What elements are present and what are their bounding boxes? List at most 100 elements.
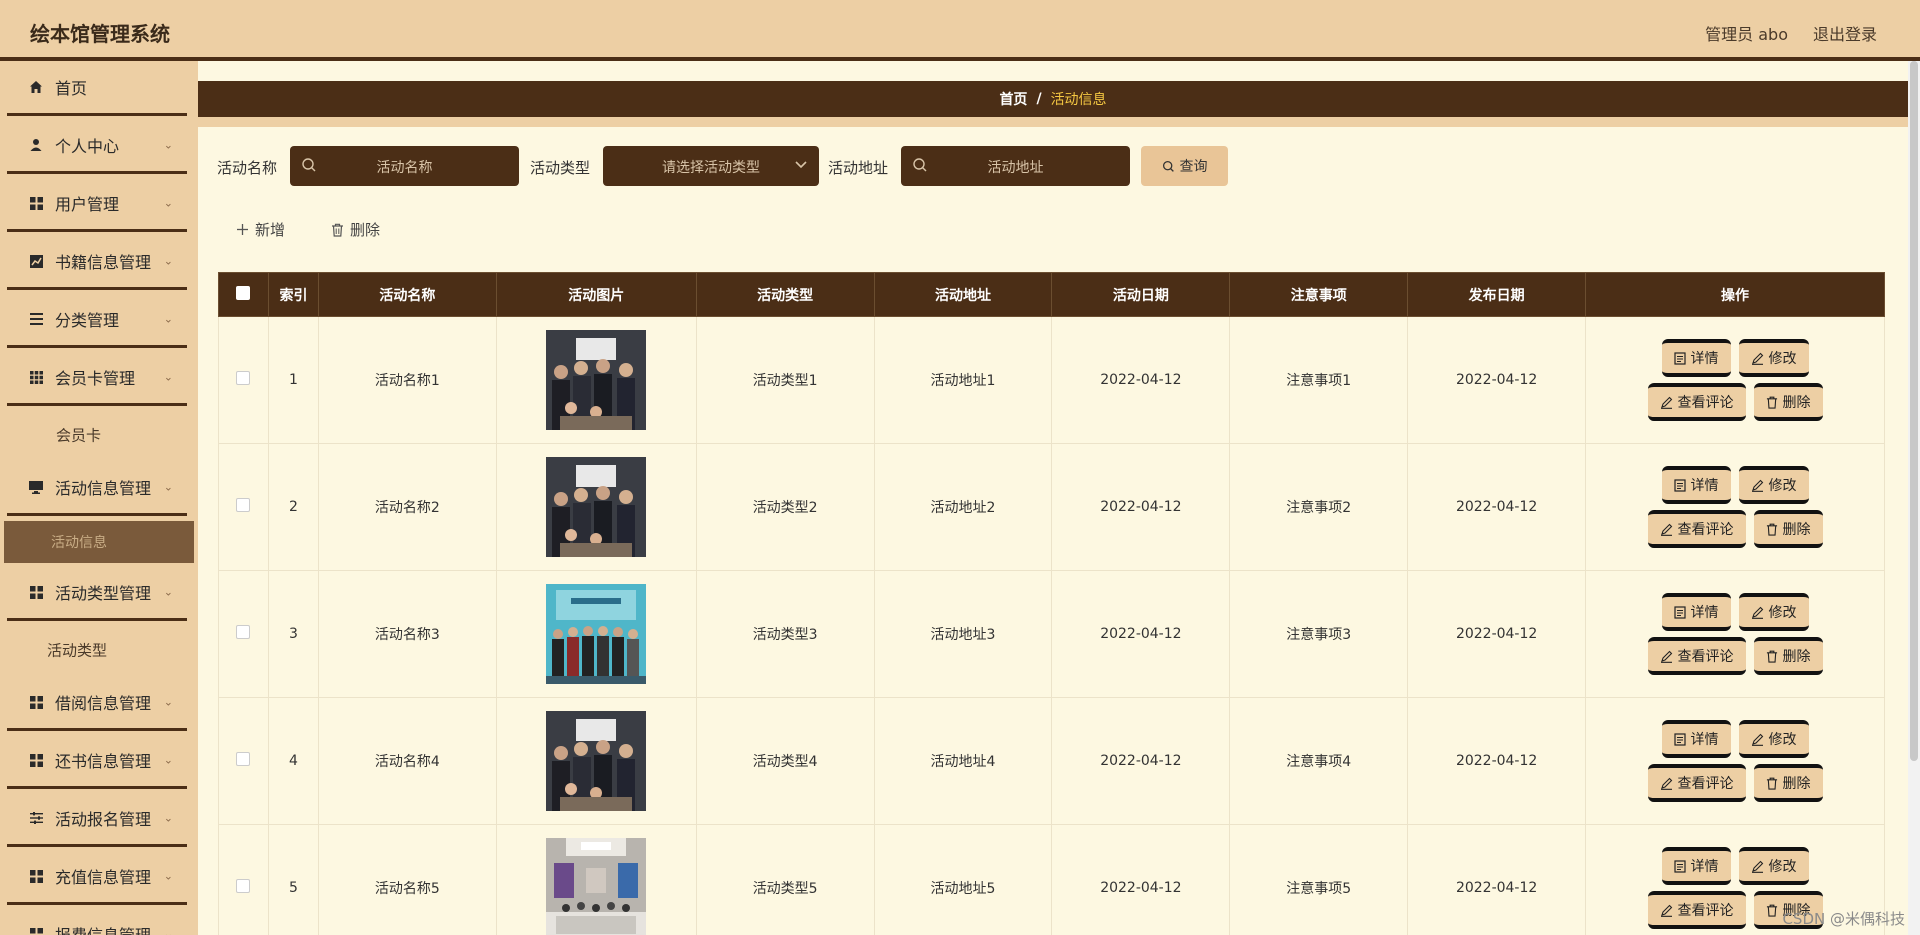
row-checkbox[interactable] (236, 498, 251, 512)
sidebar-item-activity-types[interactable]: 活动类型管理 ⌄ (7, 566, 187, 621)
row-checkbox[interactable] (236, 879, 251, 893)
sliders-icon (29, 811, 43, 825)
document-icon (1673, 351, 1686, 365)
chevron-down-icon: ⌄ (163, 811, 173, 825)
edit-button[interactable]: 修改 (1738, 339, 1809, 377)
trash-icon (1766, 523, 1777, 536)
table-row: 1 活动名称1 活动类型1 活动地址1 2022-04-12 注意事项1 202… (218, 316, 1885, 444)
view-comments-button[interactable]: 查看评论 (1647, 383, 1746, 421)
row-address: 活动地址2 (873, 443, 1053, 571)
add-button[interactable]: 新增 (236, 219, 285, 240)
delete-button[interactable]: 删除 (1753, 510, 1823, 548)
logout-link[interactable]: 退出登录 (1813, 21, 1877, 45)
view-comments-button[interactable]: 查看评论 (1647, 637, 1746, 675)
column-header: 活动名称 (317, 272, 497, 317)
breadcrumb-bar: 首页 / 活动信息 (198, 81, 1908, 127)
activity-photo[interactable] (546, 838, 647, 935)
row-date: 2022-04-12 (1051, 697, 1231, 825)
name-search-input[interactable]: 活动名称 (290, 146, 519, 186)
sidebar-item-activities[interactable]: 活动信息管理 ⌄ (7, 461, 187, 516)
addr-search-input[interactable]: 活动地址 (901, 146, 1130, 186)
document-icon (1673, 859, 1686, 873)
activity-photo[interactable] (546, 711, 647, 811)
sidebar-item-registrations[interactable]: 活动报名管理 ⌄ (7, 792, 187, 847)
column-header: 活动图片 (495, 272, 697, 317)
breadcrumb-home[interactable]: 首页 (999, 89, 1027, 109)
pencil-icon (1660, 904, 1672, 917)
row-checkbox[interactable] (236, 625, 251, 639)
detail-button[interactable]: 详情 (1661, 466, 1731, 504)
sidebar-item-users[interactable]: 用户管理 ⌄ (7, 177, 187, 232)
chevron-down-icon: ⌄ (163, 869, 173, 883)
row-type: 活动类型5 (695, 824, 875, 935)
activity-table: 索引 活动名称 活动图片 活动类型 活动地址 活动日期 注意事项 发布日期 操作… (218, 272, 1885, 935)
row-checkbox[interactable] (236, 752, 251, 766)
chevron-down-icon: ⌄ (163, 312, 173, 326)
row-publish-date: 2022-04-12 (1407, 570, 1587, 698)
row-checkbox[interactable] (236, 371, 251, 385)
row-index: 5 (267, 824, 319, 935)
addr-search-placeholder: 活动地址 (987, 160, 1044, 176)
view-comments-button[interactable]: 查看评论 (1647, 510, 1746, 548)
sidebar-subitem-activity-type[interactable]: 活动类型 (0, 629, 198, 671)
detail-button[interactable]: 详情 (1661, 720, 1731, 758)
view-comments-button[interactable]: 查看评论 (1647, 764, 1746, 802)
chevron-down-icon: ⌄ (163, 695, 173, 709)
edit-button[interactable]: 修改 (1738, 847, 1809, 885)
sidebar: 首页 个人中心 ⌄ 用户管理 ⌄ 书籍信息管理 ⌄ 分类管理 ⌄ 会员卡管理 ⌄… (0, 61, 198, 935)
column-header: 活动类型 (695, 272, 875, 317)
sidebar-item-label: 活动类型管理 (55, 584, 152, 603)
column-header: 活动地址 (873, 272, 1053, 317)
edit-button[interactable]: 修改 (1738, 466, 1809, 504)
search-button[interactable]: 查询 (1141, 146, 1228, 186)
row-address: 活动地址3 (873, 570, 1053, 698)
pencil-icon (1660, 650, 1672, 663)
trash-icon (1766, 650, 1777, 663)
scrollbar-thumb[interactable] (1910, 61, 1918, 761)
detail-button[interactable]: 详情 (1661, 847, 1731, 885)
activity-photo[interactable] (546, 330, 647, 430)
sidebar-item-home[interactable]: 首页 (7, 61, 187, 116)
table-row: 5 活动名称5 活动类型5 活动地址5 2022-04-12 注意事项5 202… (218, 824, 1885, 935)
delete-button-label: 删除 (1782, 776, 1811, 792)
detail-button[interactable]: 详情 (1661, 339, 1731, 377)
delete-button[interactable]: 删除 (1753, 764, 1823, 802)
sidebar-item-borrowing[interactable]: 借阅信息管理 ⌄ (7, 676, 187, 731)
sidebar-item-categories[interactable]: 分类管理 ⌄ (7, 293, 187, 348)
sidebar-item-fees[interactable]: 报费信息管理 ⌄ (7, 908, 187, 935)
edit-button[interactable]: 修改 (1738, 720, 1809, 758)
edit-button[interactable]: 修改 (1738, 593, 1809, 631)
activity-photo[interactable] (546, 457, 647, 557)
sidebar-subitem-membership-card[interactable]: 会员卡 (0, 414, 198, 456)
delete-button[interactable]: 删除 (1753, 637, 1823, 675)
column-header: 操作 (1585, 272, 1885, 317)
row-publish-date: 2022-04-12 (1407, 443, 1587, 571)
grid-icon (29, 196, 43, 210)
select-all-checkbox[interactable] (236, 285, 251, 300)
sidebar-item-membership[interactable]: 会员卡管理 ⌄ (7, 351, 187, 406)
trash-icon (1766, 777, 1777, 790)
trash-icon (1766, 396, 1777, 409)
delete-button-label: 删除 (1782, 649, 1811, 665)
sidebar-item-label: 会员卡管理 (55, 369, 136, 388)
sidebar-subitem-label: 会员卡 (56, 426, 102, 445)
sidebar-item-returns[interactable]: 还书信息管理 ⌄ (7, 734, 187, 789)
document-icon (1673, 478, 1686, 492)
activity-photo[interactable] (546, 584, 647, 684)
view-comments-label: 查看评论 (1677, 776, 1734, 792)
chevron-down-icon: ⌄ (163, 480, 173, 494)
delete-button[interactable]: 删除 (1753, 383, 1823, 421)
current-user: 管理员 abo (1705, 25, 1788, 44)
sidebar-item-profile[interactable]: 个人中心 ⌄ (7, 119, 187, 174)
type-select[interactable]: 请选择活动类型 (603, 146, 819, 186)
bulk-delete-button[interactable]: 删除 (331, 219, 380, 240)
sidebar-item-recharge[interactable]: 充值信息管理 ⌄ (7, 850, 187, 905)
row-actions: 详情 修改 查看评论 删除 (1586, 593, 1884, 675)
view-comments-button[interactable]: 查看评论 (1647, 891, 1746, 929)
column-header: 注意事项 (1229, 272, 1409, 317)
sidebar-subitem-activity-info[interactable]: 活动信息 (4, 521, 194, 563)
name-filter-label: 活动名称 (217, 159, 278, 177)
sidebar-item-books[interactable]: 书籍信息管理 ⌄ (7, 235, 187, 290)
detail-button[interactable]: 详情 (1661, 593, 1731, 631)
row-actions: 详情 修改 查看评论 删除 (1586, 466, 1884, 548)
